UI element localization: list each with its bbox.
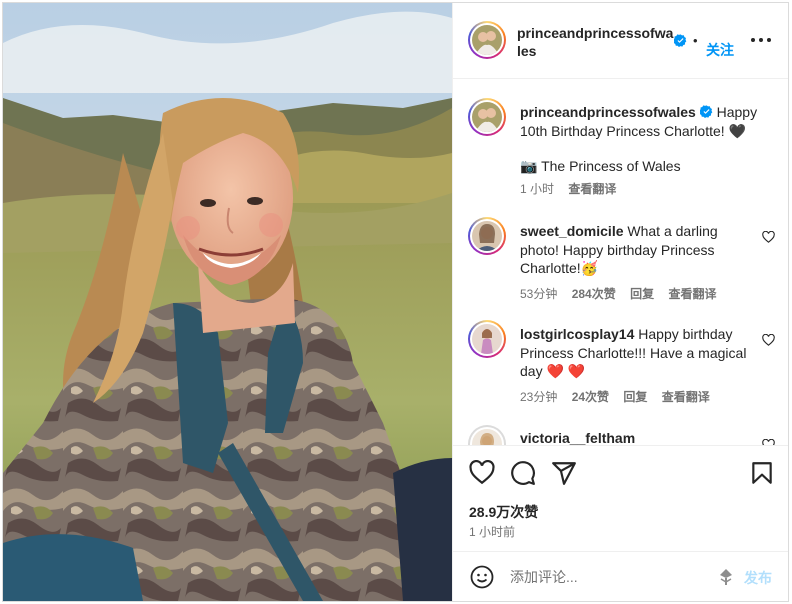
commenter-avatar-image: [472, 429, 502, 445]
add-comment-bar: 发布: [453, 551, 788, 601]
reply-button[interactable]: 回复: [623, 390, 647, 404]
comments-list[interactable]: princeandprincessofwales Happy 10th Birt…: [453, 80, 788, 445]
comment-input[interactable]: [510, 566, 710, 588]
comment-icon[interactable]: [510, 460, 536, 486]
commenter-avatar[interactable]: [468, 217, 506, 255]
emoji-icon[interactable]: [470, 565, 494, 589]
post-comment-button[interactable]: 发布: [744, 568, 772, 588]
comment-likes[interactable]: 284次赞: [572, 287, 616, 301]
comment-text: sweet_domicile What a darling photo! Hap…: [520, 222, 750, 278]
commenter-avatar[interactable]: [468, 425, 506, 445]
caption-text: princeandprincessofwales Happy 10th Birt…: [520, 103, 765, 140]
comment-meta: 53分钟 284次赞 回复 查看翻译: [520, 285, 727, 302]
sticker-icon[interactable]: [719, 568, 733, 586]
likes-count[interactable]: 28.9万次赞: [469, 502, 538, 522]
caption-avatar[interactable]: [468, 98, 506, 136]
share-icon[interactable]: [551, 460, 577, 486]
comment-meta: 23分钟 24次赞 回复 查看翻译: [520, 388, 721, 405]
comment-time: 23分钟: [520, 390, 558, 404]
comment-likes[interactable]: 24次赞: [572, 390, 609, 404]
translate-link[interactable]: 查看翻译: [668, 287, 716, 301]
commenter-avatar[interactable]: [468, 320, 506, 358]
comment-like-heart-icon[interactable]: [762, 231, 775, 243]
comment-username[interactable]: sweet_domicile: [520, 223, 624, 239]
post-header: princeandprincessofwales • 关注: [453, 3, 788, 79]
caption-translate-link[interactable]: 查看翻译: [568, 182, 616, 196]
comment-time: 53分钟: [520, 287, 558, 301]
caption-avatar-image: [472, 102, 502, 132]
post-actions: 28.9万次赞 1 小时前: [453, 445, 788, 551]
caption-credit: 📷 The Princess of Wales: [520, 158, 681, 174]
comment-like-heart-icon[interactable]: [762, 334, 775, 346]
verified-badge-icon: [699, 105, 713, 118]
reply-button[interactable]: 回复: [630, 287, 654, 301]
post-timestamp[interactable]: 1 小时前: [469, 523, 515, 540]
comment-username[interactable]: lostgirlcosplay14: [520, 326, 634, 342]
comment-text: lostgirlcosplay14 Happy birthday Princes…: [520, 325, 750, 381]
instagram-post-frame: princeandprincessofwales • 关注 princeandp…: [2, 2, 789, 602]
comment-text: victoria__feltham: [520, 429, 750, 445]
verified-badge-icon: [674, 34, 687, 47]
caption-meta: 1 小时 查看翻译: [520, 180, 627, 197]
commenter-avatar-image: [472, 324, 502, 354]
author-avatar[interactable]: [468, 21, 506, 59]
caption-time: 1 小时: [520, 182, 555, 196]
bookmark-icon[interactable]: [749, 460, 775, 486]
author-avatar-image: [472, 25, 502, 55]
author-username[interactable]: princeandprincessofwales: [517, 24, 677, 60]
separator-dot: •: [693, 33, 698, 48]
comment-username[interactable]: victoria__feltham: [520, 430, 635, 445]
commenter-avatar-image: [472, 221, 502, 251]
more-horizontal-icon[interactable]: [751, 31, 771, 47]
follow-button[interactable]: 关注: [706, 40, 734, 60]
post-photo[interactable]: [3, 3, 452, 601]
heart-icon[interactable]: [469, 460, 495, 486]
translate-link[interactable]: 查看翻译: [662, 390, 710, 404]
post-detail-pane: princeandprincessofwales • 关注 princeandp…: [452, 3, 788, 601]
photo-illustration: [3, 3, 452, 601]
caption-username[interactable]: princeandprincessofwales: [520, 104, 696, 120]
